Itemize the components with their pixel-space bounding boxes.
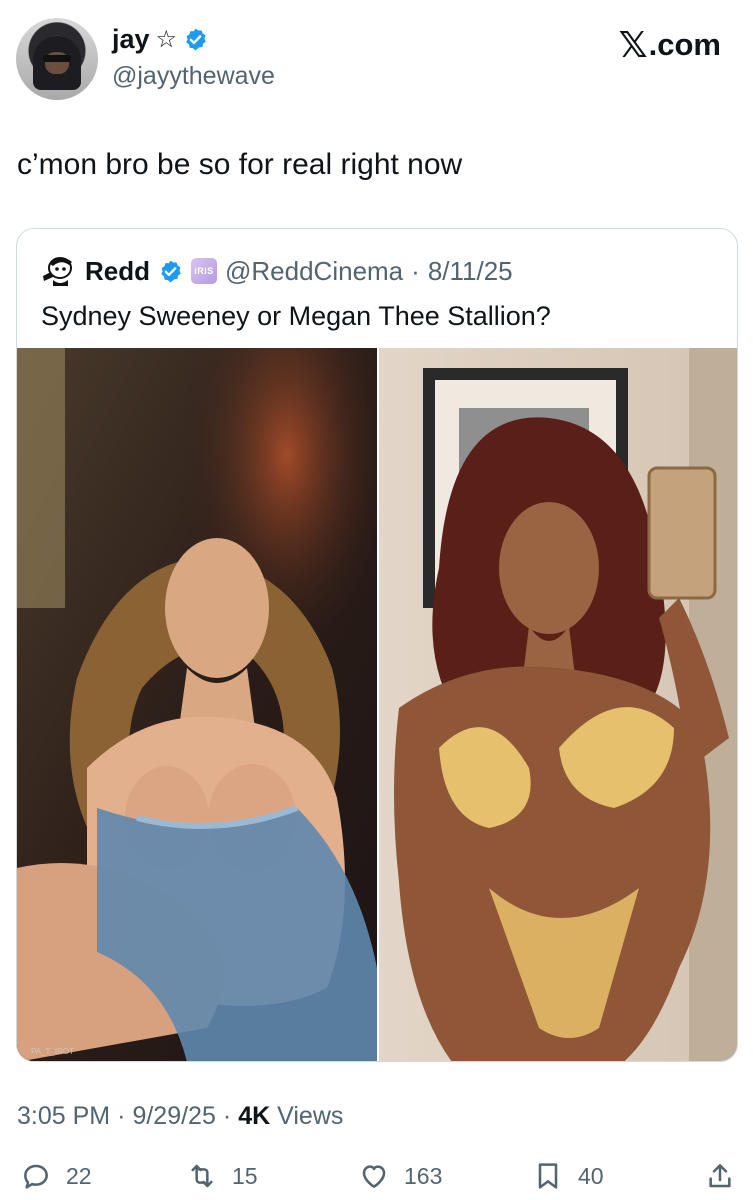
quoted-tweet-header: Redd iRIS @ReddCinema · 8/11/25: [39, 253, 513, 289]
author-avatar[interactable]: [16, 18, 98, 100]
tweet-text: c’mon bro be so for real right now: [17, 148, 463, 181]
avatar-glasses: [43, 55, 71, 62]
author-handle[interactable]: @jayythewave: [112, 62, 275, 91]
post-screenshot: jay ☆ @jayythewave 𝕏 .com c’mon bro be s…: [0, 0, 753, 1200]
like-count: 163: [404, 1162, 443, 1189]
photo-right[interactable]: [379, 348, 737, 1061]
quoted-separator: ·: [411, 255, 420, 286]
affiliate-badge-icon: iRIS: [191, 258, 217, 284]
meta-separator-2: ·: [222, 1102, 232, 1130]
bookmark-button[interactable]: 40: [532, 1160, 604, 1192]
photo-left-illustration: [17, 348, 377, 1061]
views-label: Views: [277, 1102, 344, 1130]
like-button[interactable]: 163: [358, 1160, 442, 1192]
author-name-text: jay: [112, 24, 150, 54]
share-button[interactable]: [704, 1160, 736, 1192]
author-display-name[interactable]: jay ☆: [112, 24, 208, 55]
post-meta: 3:05 PM · 9/29/25 · 4K Views: [17, 1102, 343, 1131]
meta-separator-1: ·: [117, 1102, 126, 1130]
quoted-date[interactable]: 8/11/25: [428, 256, 513, 287]
repost-button[interactable]: 15: [186, 1160, 258, 1192]
x-logo-text: .com: [648, 27, 721, 62]
bookmark-icon: [538, 1163, 558, 1189]
action-bar: 22 15 163 40: [20, 1160, 736, 1200]
verified-badge-icon: [186, 28, 206, 51]
quoted-author-name[interactable]: Redd: [85, 256, 150, 287]
reply-count: 22: [66, 1162, 92, 1189]
star-icon: ☆: [155, 26, 178, 53]
quoted-tweet-card[interactable]: Redd iRIS @ReddCinema · 8/11/25 Sydney S…: [16, 228, 738, 1062]
x-logo-icon: 𝕏: [618, 24, 648, 65]
quoted-tweet-text: Sydney Sweeney or Megan Thee Stallion?: [41, 301, 551, 331]
reply-button[interactable]: 22: [20, 1160, 92, 1192]
views-count: 4K: [238, 1102, 271, 1130]
quoted-verified-badge-icon: [161, 260, 181, 282]
photo-left[interactable]: PA_T_IROT: [17, 348, 377, 1061]
quoted-media-grid: PA_T_IROT: [17, 348, 737, 1061]
heart-icon: [362, 1165, 386, 1188]
bookmark-count: 40: [578, 1162, 604, 1189]
quoted-author-handle[interactable]: @ReddCinema: [225, 256, 403, 287]
photo-watermark: PA_T_IROT: [31, 1047, 74, 1056]
share-icon: [709, 1164, 731, 1188]
post-time[interactable]: 3:05 PM: [17, 1102, 110, 1131]
x-com-logo: 𝕏 .com: [619, 24, 721, 66]
reply-icon: [24, 1164, 48, 1189]
quoted-author-avatar[interactable]: [39, 254, 77, 288]
repost-icon: [191, 1164, 213, 1188]
repost-count: 15: [232, 1162, 258, 1189]
post-date[interactable]: 9/29/25: [132, 1102, 215, 1131]
photo-right-illustration: [379, 348, 737, 1061]
